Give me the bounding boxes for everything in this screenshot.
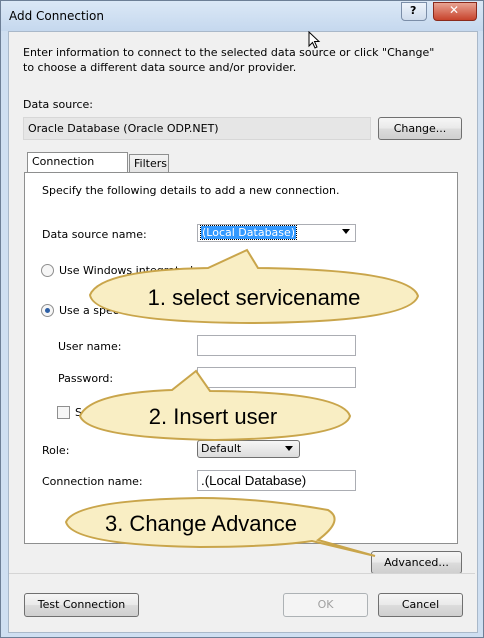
callout-3-text: 3. Change Advance — [105, 511, 297, 536]
callout-layer: 1. select servicename 2. Insert user 3. … — [64, 248, 420, 557]
mouse-cursor-icon — [308, 31, 321, 49]
callout-2-text: 2. Insert user — [149, 404, 277, 429]
callout-1-text: 1. select servicename — [148, 285, 361, 310]
callout-1: 1. select servicename — [88, 248, 420, 325]
callout-3: 3. Change Advance — [64, 496, 376, 557]
callout-2: 2. Insert user — [78, 369, 352, 442]
